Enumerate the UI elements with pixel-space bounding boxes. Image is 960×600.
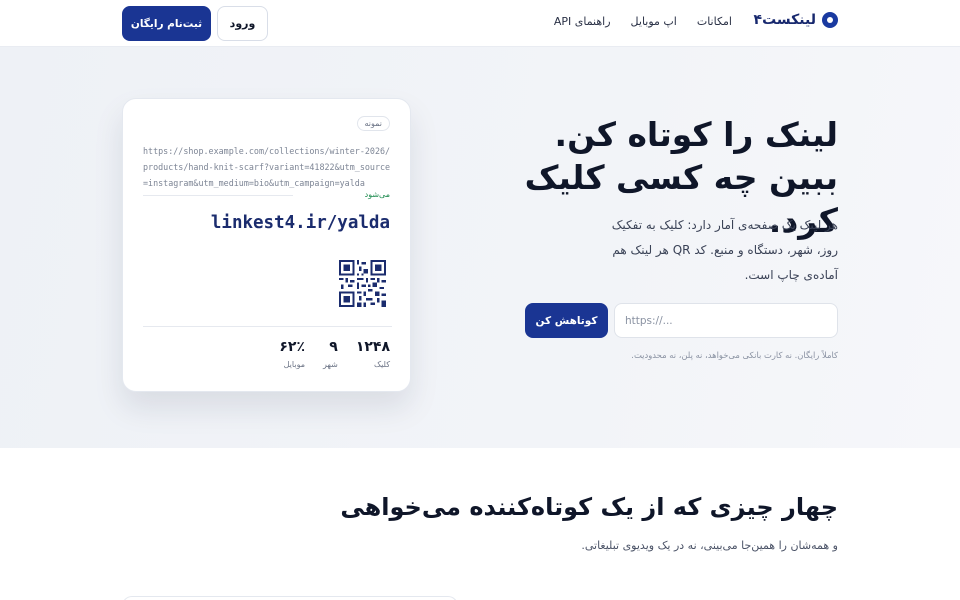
stat-label: شهر [323, 360, 338, 369]
signup-button[interactable]: ثبت‌نام رایگان [122, 6, 211, 41]
stat-label: موبایل [283, 360, 305, 369]
shorten-button[interactable]: کوتاهش کن [525, 303, 608, 338]
free-note: کاملاً رایگان. نه کارت بانکی می‌خواهد، ن… [631, 350, 838, 360]
long-url-text: https://shop.example.com/collections/win… [143, 146, 391, 188]
features-subtitle: و همه‌شان را همین‌جا می‌بینی، نه در یک و… [581, 539, 838, 552]
url-input[interactable] [614, 303, 838, 338]
stat-label: کلیک [373, 360, 390, 369]
sample-badge: نمونه [356, 116, 390, 131]
qr-code-icon [339, 260, 386, 307]
nav-link-api-guide[interactable]: راهنمای API [554, 15, 611, 28]
gear-logo-icon [822, 12, 838, 28]
short-url-text[interactable]: linkest4.ir/yalda [211, 213, 390, 233]
card-divider [143, 195, 293, 196]
card-divider [143, 326, 392, 327]
stats-row: ۱۲۴۸ کلیک ۹ شهر ۶۲٪ موبایل [279, 339, 390, 369]
stat-value: ۶۲٪ [279, 339, 305, 355]
brand-logo[interactable]: لینکست۴ [754, 12, 838, 28]
hero-description: هر لینک یک صفحه‌ی آمار دارد: کلیک به تفک… [611, 218, 838, 282]
nav-link-features[interactable]: امکانات [697, 15, 732, 28]
login-button[interactable]: ورود [217, 6, 268, 41]
stat-mobile: ۶۲٪ موبایل [279, 339, 305, 369]
becomes-label: می‌شود [364, 190, 390, 199]
feature-card [122, 596, 458, 600]
stat-clicks: ۱۲۴۸ کلیک [356, 339, 390, 369]
stat-value: ۹ [329, 339, 338, 355]
headline-line-1: لینک را کوتاه کن. [554, 115, 838, 154]
stat-value: ۱۲۴۸ [355, 339, 390, 355]
stat-cities: ۹ شهر [323, 339, 338, 369]
brand-name: لینکست۴ [753, 12, 816, 28]
top-navbar: لینکست۴ امکانات اپ موبایل راهنمای API ور… [0, 0, 960, 47]
nav-links: امکانات اپ موبایل راهنمای API [554, 15, 732, 28]
sample-link-card: نمونه https://shop.example.com/collectio… [122, 98, 411, 392]
nav-link-mobile-app[interactable]: اپ موبایل [631, 15, 677, 28]
features-title: چهار چیزی که از یک کوتاه‌کننده می‌خواهی [340, 493, 838, 521]
